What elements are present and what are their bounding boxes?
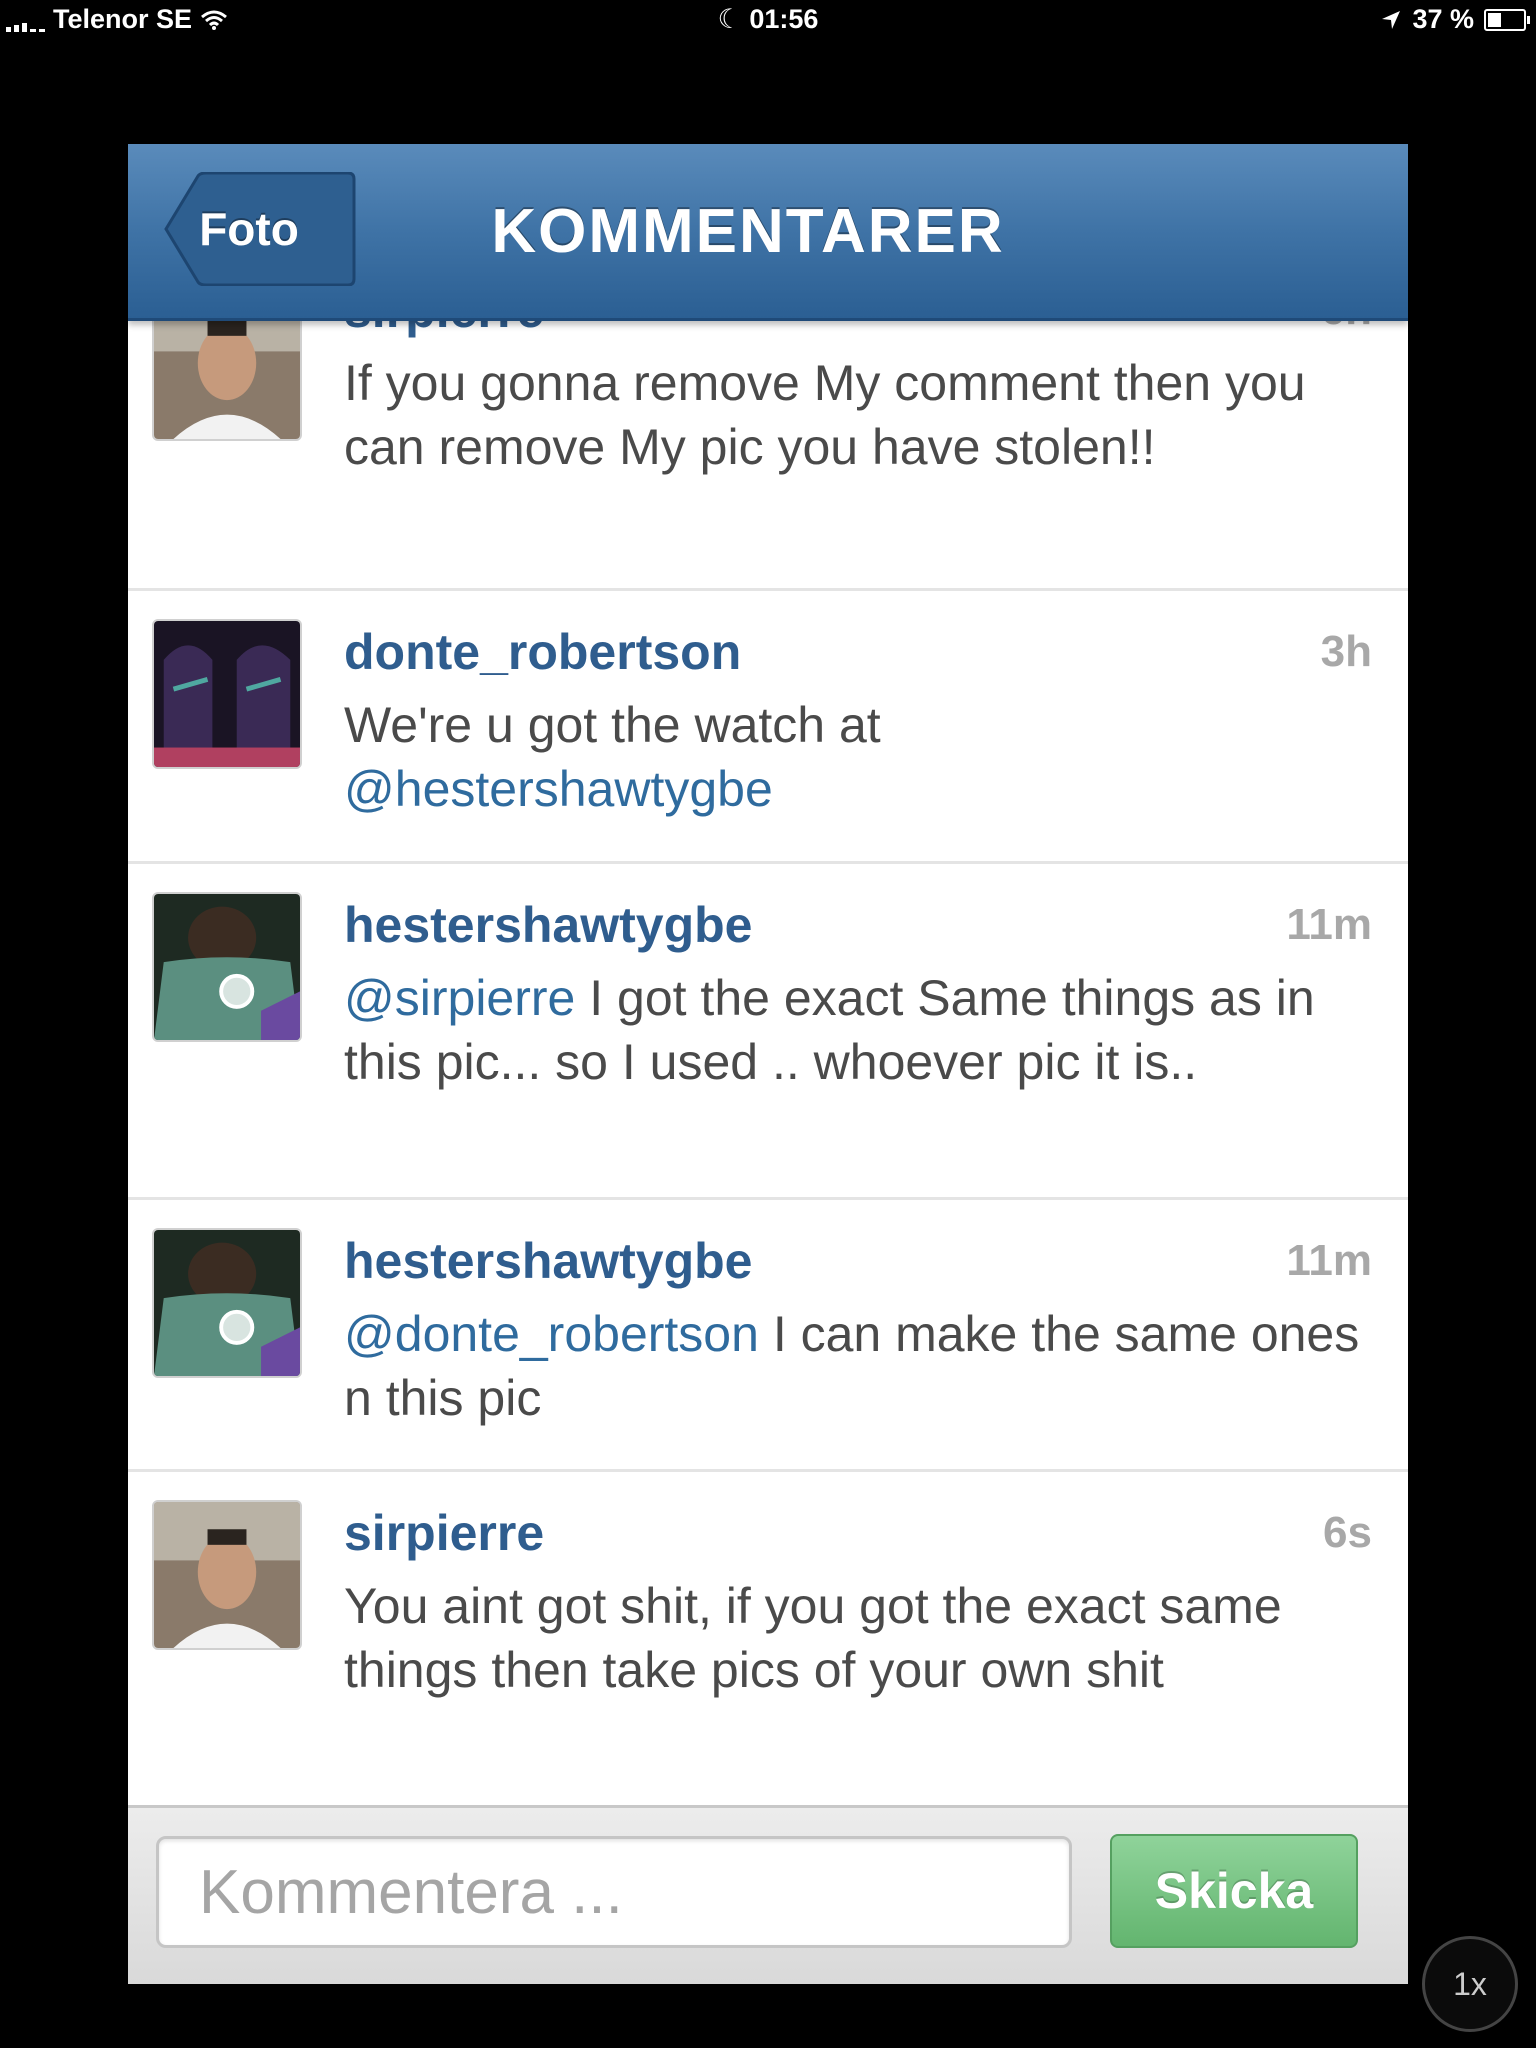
comment-body: We're u got the watch at [344, 697, 881, 753]
mention-link[interactable]: @hestershawtygbe [344, 761, 773, 817]
avatar[interactable] [152, 321, 302, 441]
nav-bar: Foto KOMMENTARER [128, 144, 1408, 321]
page-title: KOMMENTARER [491, 197, 1005, 266]
comment-username[interactable]: sirpierre [344, 321, 544, 339]
comment-item[interactable]: sirpierre 6h If you gonna remove My comm… [128, 321, 1408, 591]
mention-link[interactable]: @donte_robertson [344, 1306, 759, 1362]
comment-item[interactable]: hestershawtygbe 11m @donte_robertson I c… [128, 1200, 1408, 1472]
avatar[interactable] [152, 1228, 302, 1378]
comment-text: If you gonna remove My comment then you … [344, 351, 1374, 479]
comment-username[interactable]: donte_robertson [344, 623, 741, 681]
comment-username[interactable]: sirpierre [344, 1504, 544, 1562]
zoom-button[interactable]: 1x [1422, 1936, 1518, 2032]
moon-icon: ☾ [717, 4, 742, 34]
comment-list[interactable]: sirpierre 6h If you gonna remove My comm… [128, 321, 1408, 1805]
mention-link[interactable]: @sirpierre [344, 970, 575, 1026]
battery-percent: 37 % [1412, 4, 1474, 34]
comment-time: 3h [1320, 627, 1372, 676]
comment-text: You aint got shit, if you got the exact … [344, 1574, 1374, 1702]
comment-text: @donte_robertson I can make the same one… [344, 1302, 1374, 1430]
comment-item[interactable]: donte_robertson 3h We're u got the watch… [128, 591, 1408, 864]
comment-username[interactable]: hestershawtygbe [344, 1232, 752, 1290]
comment-item[interactable]: hestershawtygbe 11m @sirpierre I got the… [128, 864, 1408, 1200]
comment-text: We're u got the watch at @hestershawtygb… [344, 693, 1374, 821]
avatar[interactable] [152, 1500, 302, 1650]
location-arrow-icon [1382, 10, 1401, 29]
comment-body: You aint got shit, if you got the exact … [344, 1578, 1282, 1698]
comment-item[interactable]: sirpierre 6s You aint got shit, if you g… [128, 1472, 1408, 1805]
avatar[interactable] [152, 619, 302, 769]
comment-input[interactable] [156, 1836, 1072, 1948]
battery-icon [1484, 8, 1530, 31]
comment-time: 11m [1286, 1236, 1372, 1285]
comment-body: If you gonna remove My comment then you … [344, 355, 1306, 475]
comments-panel: Foto KOMMENTARER sirpierre 6h If you gon… [128, 144, 1408, 1984]
clock: 01:56 [749, 4, 819, 34]
comment-time: 6h [1321, 321, 1372, 335]
send-button[interactable]: Skicka [1110, 1834, 1358, 1948]
comment-time: 11m [1286, 900, 1372, 949]
comment-username[interactable]: hestershawtygbe [344, 896, 752, 954]
comment-time: 6s [1323, 1508, 1372, 1557]
avatar[interactable] [152, 892, 302, 1042]
comment-text: @sirpierre I got the exact Same things a… [344, 966, 1374, 1094]
status-bar: Telenor SE ☾ 01:56 37 % [0, 0, 1536, 40]
comment-composer: Skicka [128, 1805, 1408, 1984]
